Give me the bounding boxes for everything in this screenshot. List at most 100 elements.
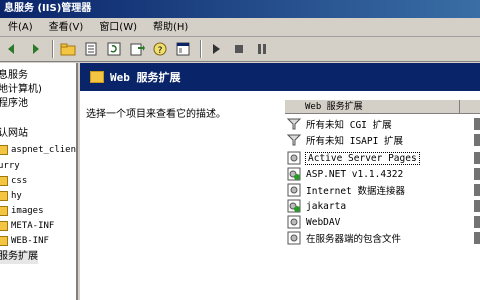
pause-icon bbox=[258, 44, 266, 54]
help-button[interactable]: ? bbox=[150, 39, 170, 59]
properties-button[interactable] bbox=[81, 39, 101, 59]
column-header-status[interactable] bbox=[460, 100, 480, 113]
up-folder-icon bbox=[60, 43, 76, 56]
console-icon bbox=[176, 42, 190, 56]
filter-icon bbox=[287, 118, 301, 130]
list-item[interactable]: Internet 数据连接器 bbox=[285, 182, 480, 198]
menu-action[interactable]: 件(A) bbox=[0, 18, 41, 37]
folder-icon bbox=[0, 191, 8, 201]
list-item[interactable]: Active Server Pages bbox=[285, 150, 480, 166]
tree-item-app-pools[interactable]: 程序池 bbox=[0, 97, 28, 111]
title-bar: 息服务 (IIS)管理器 bbox=[0, 0, 480, 18]
tree-item-label: aspnet_clien bbox=[11, 145, 77, 155]
toolbar: ? bbox=[0, 37, 480, 62]
forward-icon bbox=[33, 44, 39, 54]
folder-icon bbox=[0, 236, 8, 246]
list-item[interactable]: jakarta bbox=[285, 198, 480, 214]
list-item-label: 所有未知 ISAPI 扩展 bbox=[306, 136, 404, 147]
list-column-header[interactable]: Web 服务扩展 bbox=[285, 99, 480, 114]
list-item-label: jakarta bbox=[306, 200, 347, 212]
properties-icon bbox=[85, 42, 97, 56]
folder-icon bbox=[0, 221, 8, 231]
stop-button[interactable] bbox=[229, 39, 249, 59]
tree-item-label: WEB-INF bbox=[11, 236, 49, 246]
tree-item-images[interactable]: images bbox=[0, 204, 44, 218]
window-title: 息服务 (IIS)管理器 bbox=[4, 3, 92, 14]
extension-icon bbox=[287, 151, 301, 165]
list-item[interactable]: 在服务器端的包含文件 bbox=[285, 230, 480, 246]
tree-pane: 息服务 地计算机) 程序池 认网站 aspnet_clien urry css … bbox=[0, 63, 78, 300]
list-item[interactable]: ASP.NET v1.1.4322 bbox=[285, 166, 480, 182]
filter-icon bbox=[287, 134, 301, 146]
tree-item-label: urry bbox=[0, 161, 20, 171]
tree-item-label: images bbox=[11, 206, 44, 216]
status-indicator bbox=[474, 118, 480, 130]
tree-item-urry[interactable]: urry bbox=[0, 159, 20, 173]
tree-item-iis[interactable]: 息服务 bbox=[0, 69, 28, 83]
extension-icon bbox=[287, 231, 301, 245]
status-indicator bbox=[474, 216, 480, 228]
help-icon: ? bbox=[153, 42, 167, 56]
tree-item-web-inf[interactable]: WEB-INF bbox=[0, 234, 49, 248]
extension-allowed-icon bbox=[287, 199, 301, 213]
tree-item-label: 认网站 bbox=[0, 128, 28, 139]
list-item[interactable]: 所有未知 ISAPI 扩展 bbox=[285, 132, 480, 148]
tree-item-label: hy bbox=[11, 191, 22, 201]
status-indicator bbox=[474, 152, 480, 164]
list-item[interactable]: WebDAV bbox=[285, 214, 480, 230]
forward-button[interactable] bbox=[25, 39, 45, 59]
export-icon bbox=[130, 43, 145, 56]
pane-header: Web 服务扩展 bbox=[80, 63, 480, 91]
list-item-label: Internet 数据连接器 bbox=[306, 186, 405, 197]
menu-bar: 件(A) 查看(V) 窗口(W) 帮助(H) bbox=[0, 18, 480, 37]
pane-title: Web 服务扩展 bbox=[110, 71, 181, 84]
up-folder-button[interactable] bbox=[58, 39, 78, 59]
extension-allowed-icon bbox=[287, 167, 301, 181]
export-button[interactable] bbox=[127, 39, 147, 59]
extension-list: Web 服务扩展 所有未知 CGI 扩展 所有未知 ISAPI 扩展 Activ… bbox=[285, 99, 480, 299]
back-button[interactable] bbox=[2, 39, 22, 59]
svg-text:?: ? bbox=[158, 46, 163, 56]
status-indicator bbox=[474, 184, 480, 196]
column-header-label[interactable]: Web 服务扩展 bbox=[285, 100, 460, 113]
list-item-label: 所有未知 CGI 扩展 bbox=[306, 120, 392, 131]
list-item-label: Active Server Pages bbox=[305, 151, 420, 165]
status-indicator bbox=[474, 134, 480, 146]
details-pane: Web 服务扩展 选择一个项目来查看它的描述。 Web 服务扩展 所有未知 CG… bbox=[80, 63, 480, 300]
extension-icon bbox=[287, 183, 301, 197]
tree-item-local-computer[interactable]: 地计算机) bbox=[0, 83, 42, 97]
list-item-label: 在服务器端的包含文件 bbox=[306, 234, 402, 245]
tree-item-css[interactable]: css bbox=[0, 174, 27, 188]
folder-icon bbox=[0, 176, 8, 186]
list-item-label: WebDAV bbox=[306, 216, 341, 228]
tree-item-label: 程序池 bbox=[0, 98, 28, 109]
folder-icon bbox=[0, 145, 8, 155]
tree-item-label: META-INF bbox=[11, 221, 55, 231]
refresh-icon bbox=[107, 42, 121, 56]
menu-view[interactable]: 查看(V) bbox=[41, 18, 92, 37]
status-indicator bbox=[474, 232, 480, 244]
tree-item-hy[interactable]: hy bbox=[0, 189, 22, 203]
extension-icon bbox=[287, 215, 301, 229]
menu-help[interactable]: 帮助(H) bbox=[145, 18, 196, 37]
toolbar-separator bbox=[52, 40, 54, 58]
toolbar-separator bbox=[200, 40, 202, 58]
tree-item-default-site[interactable]: 认网站 bbox=[0, 127, 28, 141]
pause-button[interactable] bbox=[252, 39, 272, 59]
tree-item-label: css bbox=[11, 176, 28, 186]
play-button[interactable] bbox=[206, 39, 226, 59]
description-text: 选择一个项目来查看它的描述。 bbox=[86, 109, 226, 120]
tree-item-label: 服务扩展 bbox=[0, 250, 38, 264]
folder-icon bbox=[0, 206, 8, 216]
refresh-button[interactable] bbox=[104, 39, 124, 59]
list-item-label: ASP.NET v1.1.4322 bbox=[306, 168, 404, 180]
status-indicator bbox=[474, 200, 480, 212]
list-item[interactable]: 所有未知 CGI 扩展 bbox=[285, 116, 480, 132]
tree-item-web-service-extensions[interactable]: 服务扩展 bbox=[0, 250, 38, 264]
tree-item-meta-inf[interactable]: META-INF bbox=[0, 219, 54, 233]
tree-item-label: 息服务 bbox=[0, 70, 28, 81]
status-indicator bbox=[474, 168, 480, 180]
console-button[interactable] bbox=[173, 39, 193, 59]
menu-window[interactable]: 窗口(W) bbox=[91, 18, 145, 37]
tree-item-aspnet-client[interactable]: aspnet_clien bbox=[0, 143, 76, 157]
